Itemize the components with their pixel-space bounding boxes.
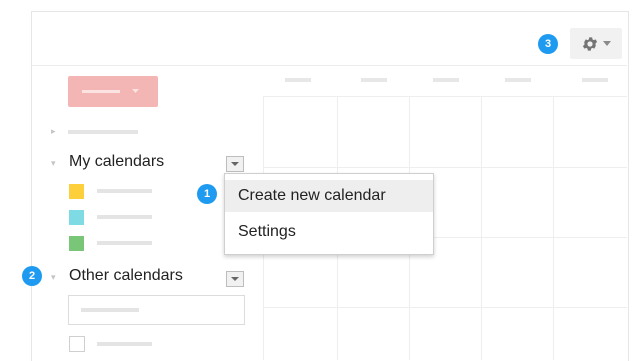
my-calendars-heading[interactable]: My calendars	[69, 153, 164, 171]
add-calendar-input[interactable]	[68, 295, 245, 325]
chevron-down-icon	[231, 276, 239, 281]
chevron-down-icon	[132, 89, 139, 93]
callout-badge-2: 2	[22, 266, 42, 286]
calendar-name-placeholder	[97, 189, 152, 193]
calendar-name-placeholder	[97, 342, 152, 346]
chevron-down-icon	[603, 40, 611, 46]
other-calendars-heading[interactable]: Other calendars	[69, 267, 183, 285]
grid-line	[263, 167, 627, 168]
calendar-color-swatch[interactable]	[69, 184, 84, 199]
day-header-placeholder	[433, 78, 459, 82]
grid-line	[263, 96, 627, 97]
mini-calendar-placeholder	[68, 130, 138, 134]
chevron-down-icon[interactable]: ▾	[51, 158, 56, 169]
calendar-checkbox[interactable]	[69, 336, 85, 352]
grid-line	[553, 96, 554, 360]
chevron-down-icon[interactable]: ▾	[51, 272, 56, 283]
topbar-divider	[32, 65, 627, 66]
day-header-placeholder	[582, 78, 608, 82]
calendar-color-swatch[interactable]	[69, 210, 84, 225]
my-calendars-menu-button[interactable]	[226, 156, 244, 172]
triangle-right-icon[interactable]: ▸	[51, 126, 56, 137]
menu-item-create-new-calendar[interactable]: Create new calendar	[225, 180, 433, 212]
calendar-name-placeholder	[97, 241, 152, 245]
chevron-down-icon	[231, 161, 239, 166]
create-button-label-placeholder	[82, 90, 120, 93]
day-header-placeholder	[285, 78, 311, 82]
gear-icon	[582, 36, 598, 51]
callout-badge-3: 3	[538, 34, 558, 54]
create-button[interactable]	[68, 76, 158, 107]
calendar-options-menu: Create new calendar Settings	[224, 173, 434, 255]
grid-line	[263, 307, 627, 308]
day-header-placeholder	[505, 78, 531, 82]
calendar-name-placeholder	[97, 215, 152, 219]
grid-line	[481, 96, 482, 360]
menu-item-settings[interactable]: Settings	[225, 216, 433, 248]
input-placeholder-bar	[81, 308, 139, 312]
settings-gear-button[interactable]	[570, 28, 622, 59]
day-header-placeholder	[361, 78, 387, 82]
calendar-color-swatch[interactable]	[69, 236, 84, 251]
callout-badge-1: 1	[197, 184, 217, 204]
other-calendars-menu-button[interactable]	[226, 271, 244, 287]
